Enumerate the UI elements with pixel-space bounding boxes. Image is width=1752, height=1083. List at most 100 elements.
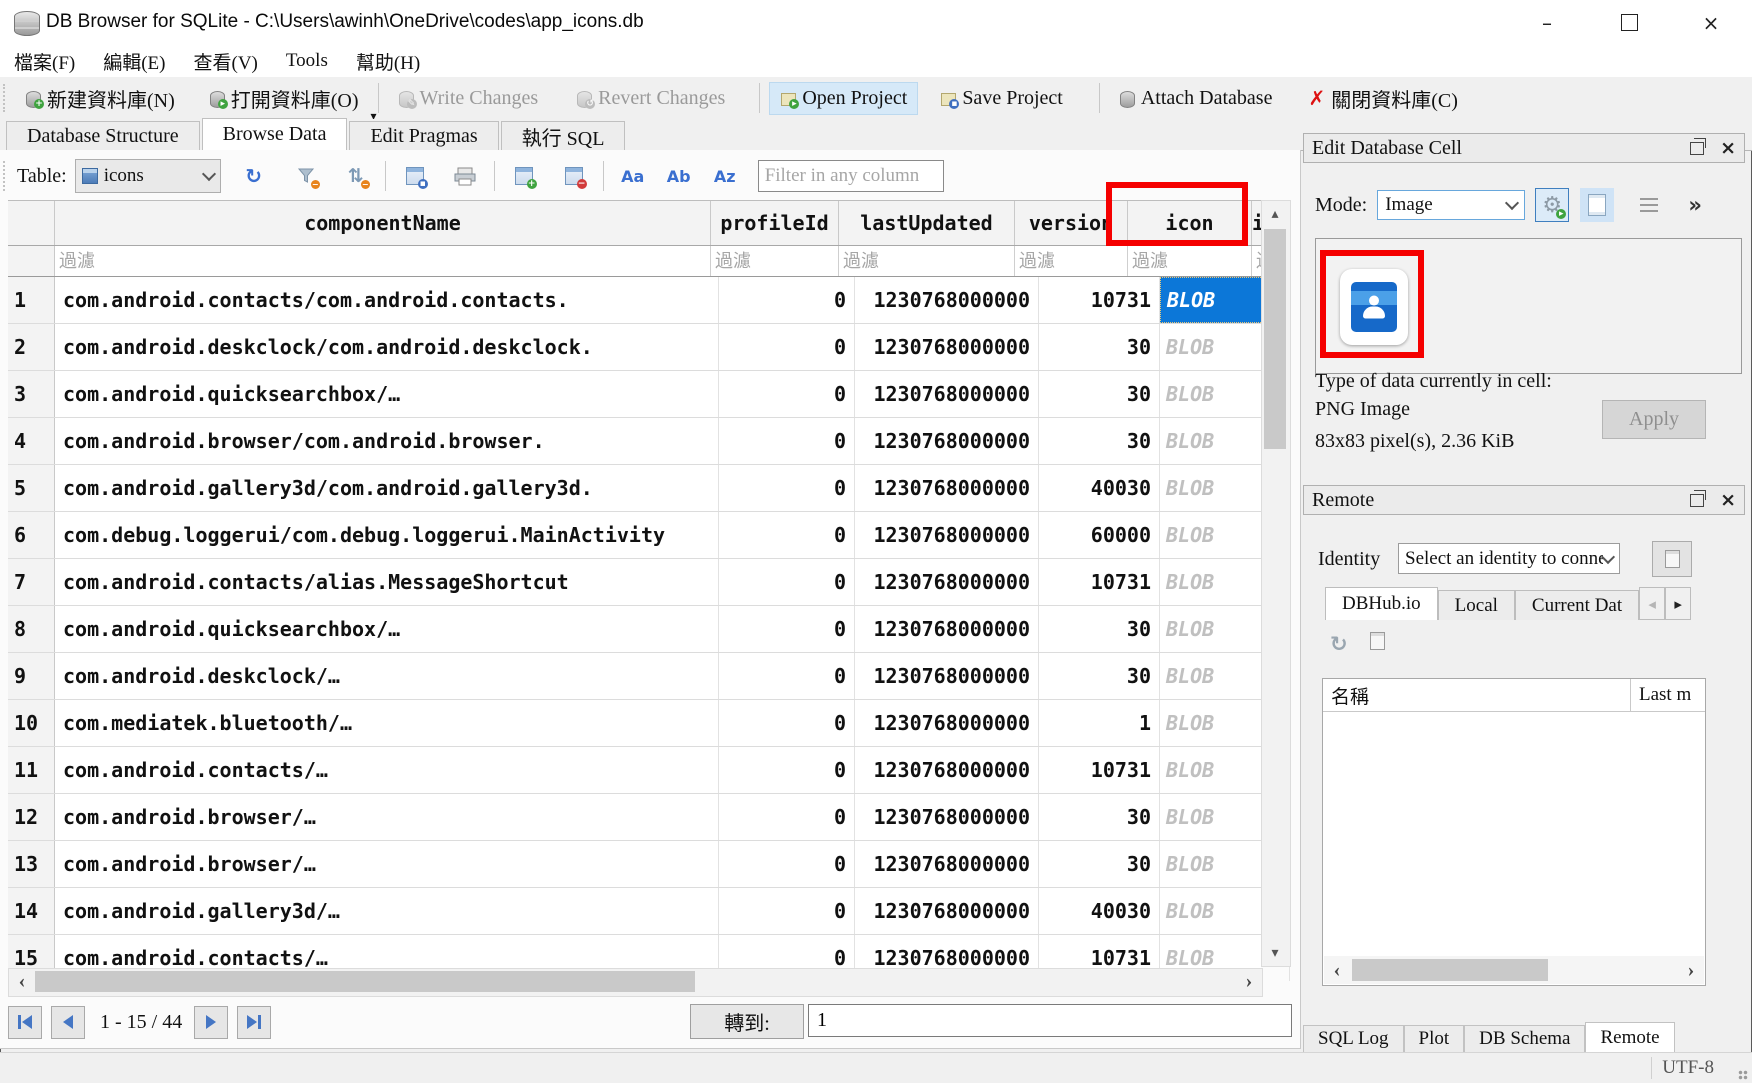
filter-lastUpdated[interactable]: [839, 246, 1015, 276]
save-project-button[interactable]: ▪ Save Project: [930, 83, 1073, 114]
encoding-button[interactable]: Ab: [664, 161, 694, 191]
tab-current-database[interactable]: Current Dat: [1515, 590, 1639, 620]
tab-dbhub[interactable]: DBHub.io: [1325, 587, 1438, 620]
cell-componentName[interactable]: com.android.gallery3d/com.android.galler…: [55, 465, 719, 511]
float-panel-icon[interactable]: [1690, 494, 1704, 507]
row-number[interactable]: 10: [8, 700, 55, 746]
filter-icon[interactable]: [1128, 246, 1252, 276]
cell-version[interactable]: 1: [1039, 700, 1160, 746]
more-tools-button[interactable]: »: [1678, 188, 1712, 222]
toolbar-drag-handle[interactable]: [3, 84, 12, 112]
cell-version[interactable]: 10731: [1039, 747, 1160, 793]
filter-version[interactable]: [1015, 246, 1128, 276]
cell-componentName[interactable]: com.debug.loggerui/com.debug.loggerui.Ma…: [55, 512, 719, 558]
cell-componentName[interactable]: com.android.deskclock/…: [55, 653, 719, 699]
close-panel-icon[interactable]: ×: [1720, 491, 1736, 510]
filter-input-lastUpdated[interactable]: [839, 246, 1015, 276]
filter-componentName[interactable]: [55, 246, 711, 276]
tab-execute-sql[interactable]: 執行 SQL: [501, 121, 626, 150]
new-database-button[interactable]: + 新建資料庫(N): [15, 80, 185, 117]
menu-edit[interactable]: 編輯(E): [89, 45, 179, 77]
cell-componentName[interactable]: com.android.gallery3d/…: [55, 888, 719, 934]
cell-componentName[interactable]: com.android.quicksearchbox/…: [55, 371, 719, 417]
open-database-button[interactable]: ▸ 打開資料庫(O) ▾: [199, 80, 369, 117]
cell-profileId[interactable]: 0: [719, 747, 855, 793]
remote-horizontal-scrollbar[interactable]: ‹ ›: [1324, 956, 1704, 984]
encoding-status[interactable]: UTF-8: [1651, 1057, 1724, 1079]
next-record-button[interactable]: [194, 1006, 228, 1039]
scroll-up-icon[interactable]: ▴: [1262, 201, 1288, 227]
tab-database-structure[interactable]: Database Structure: [6, 121, 200, 150]
cell-version[interactable]: 40030: [1039, 888, 1160, 934]
cell-profileId[interactable]: 0: [719, 371, 855, 417]
dock-tab-remote[interactable]: Remote: [1585, 1022, 1674, 1052]
insert-record-button[interactable]: +: [509, 161, 539, 191]
remote-refresh-icon[interactable]: ↻: [1330, 632, 1348, 656]
cell-componentName[interactable]: com.android.browser/…: [55, 794, 719, 840]
menu-help[interactable]: 幫助(H): [342, 45, 434, 77]
cell-profileId[interactable]: 0: [719, 700, 855, 746]
cell-lastUpdated[interactable]: 1230768000000: [855, 371, 1039, 417]
filter-profileId[interactable]: [711, 246, 839, 276]
close-database-button[interactable]: ✗ 關閉資料庫(C): [1298, 80, 1467, 117]
remote-scroll-thumb[interactable]: [1352, 959, 1548, 981]
cell-componentName[interactable]: com.android.browser/…: [55, 841, 719, 887]
row-number[interactable]: 12: [8, 794, 55, 840]
text-view-button[interactable]: [1580, 188, 1614, 222]
cell-version[interactable]: 30: [1039, 653, 1160, 699]
header-profileId[interactable]: profileId: [711, 201, 839, 245]
table-select[interactable]: icons: [75, 159, 221, 193]
cell-version[interactable]: 30: [1039, 841, 1160, 887]
cell-profileId[interactable]: 0: [719, 324, 855, 370]
attach-database-button[interactable]: Attach Database: [1109, 83, 1283, 114]
row-number[interactable]: 4: [8, 418, 55, 464]
delete-record-button[interactable]: −: [559, 161, 589, 191]
clear-filters-button[interactable]: −: [291, 161, 321, 191]
vertical-scroll-thumb[interactable]: [1264, 229, 1286, 449]
cell-componentName[interactable]: com.android.browser/com.android.browser.: [55, 418, 719, 464]
float-panel-icon[interactable]: [1690, 142, 1704, 155]
open-project-button[interactable]: ▸ Open Project: [769, 82, 918, 115]
cell-componentName[interactable]: com.android.deskclock/com.android.deskcl…: [55, 324, 719, 370]
row-number[interactable]: 1: [8, 277, 55, 323]
row-number[interactable]: 8: [8, 606, 55, 652]
menu-file[interactable]: 檔案(F): [0, 45, 89, 77]
row-number[interactable]: 11: [8, 747, 55, 793]
cell-componentName[interactable]: com.android.quicksearchbox/…: [55, 606, 719, 652]
revert-changes-button[interactable]: ↺ Revert Changes: [566, 83, 735, 114]
cell-componentName[interactable]: com.mediatek.bluetooth/…: [55, 700, 719, 746]
row-number[interactable]: 5: [8, 465, 55, 511]
previous-record-button[interactable]: [51, 1006, 85, 1039]
remote-upload-button[interactable]: [1370, 632, 1385, 656]
cell-lastUpdated[interactable]: 1230768000000: [855, 794, 1039, 840]
case-button[interactable]: Az: [710, 161, 740, 191]
row-number[interactable]: 7: [8, 559, 55, 605]
identity-select[interactable]: Select an identity to conne: [1398, 543, 1620, 574]
cell-lastUpdated[interactable]: 1230768000000: [855, 747, 1039, 793]
filter-input-profileId[interactable]: [711, 246, 839, 276]
cell-lastUpdated[interactable]: 1230768000000: [855, 418, 1039, 464]
cell-profileId[interactable]: 0: [719, 512, 855, 558]
cell-profileId[interactable]: 0: [719, 606, 855, 652]
print-button[interactable]: [450, 161, 480, 191]
cell-lastUpdated[interactable]: 1230768000000: [855, 465, 1039, 511]
filter-input-componentName[interactable]: [55, 246, 711, 276]
cell-version[interactable]: 30: [1039, 606, 1160, 652]
write-changes-button[interactable]: ✎ Write Changes: [388, 83, 549, 114]
cell-lastUpdated[interactable]: 1230768000000: [855, 606, 1039, 652]
minimize-button[interactable]: –: [1514, 0, 1580, 45]
tab-scroll-left-button[interactable]: ◂: [1639, 587, 1665, 620]
cell-version[interactable]: 10731: [1039, 559, 1160, 605]
cell-lastUpdated[interactable]: 1230768000000: [855, 653, 1039, 699]
cell-profileId[interactable]: 0: [719, 418, 855, 464]
close-button[interactable]: ×: [1678, 0, 1744, 45]
cell-profileId[interactable]: 0: [719, 653, 855, 699]
cell-profileId[interactable]: 0: [719, 465, 855, 511]
apply-button[interactable]: Apply: [1602, 400, 1706, 439]
last-record-button[interactable]: [237, 1006, 271, 1039]
scroll-right-icon[interactable]: ›: [1678, 956, 1704, 984]
row-number[interactable]: 14: [8, 888, 55, 934]
tab-scroll-right-button[interactable]: ▸: [1665, 587, 1691, 620]
clear-sort-button[interactable]: ⇅−: [341, 161, 371, 191]
cell-version[interactable]: 60000: [1039, 512, 1160, 558]
